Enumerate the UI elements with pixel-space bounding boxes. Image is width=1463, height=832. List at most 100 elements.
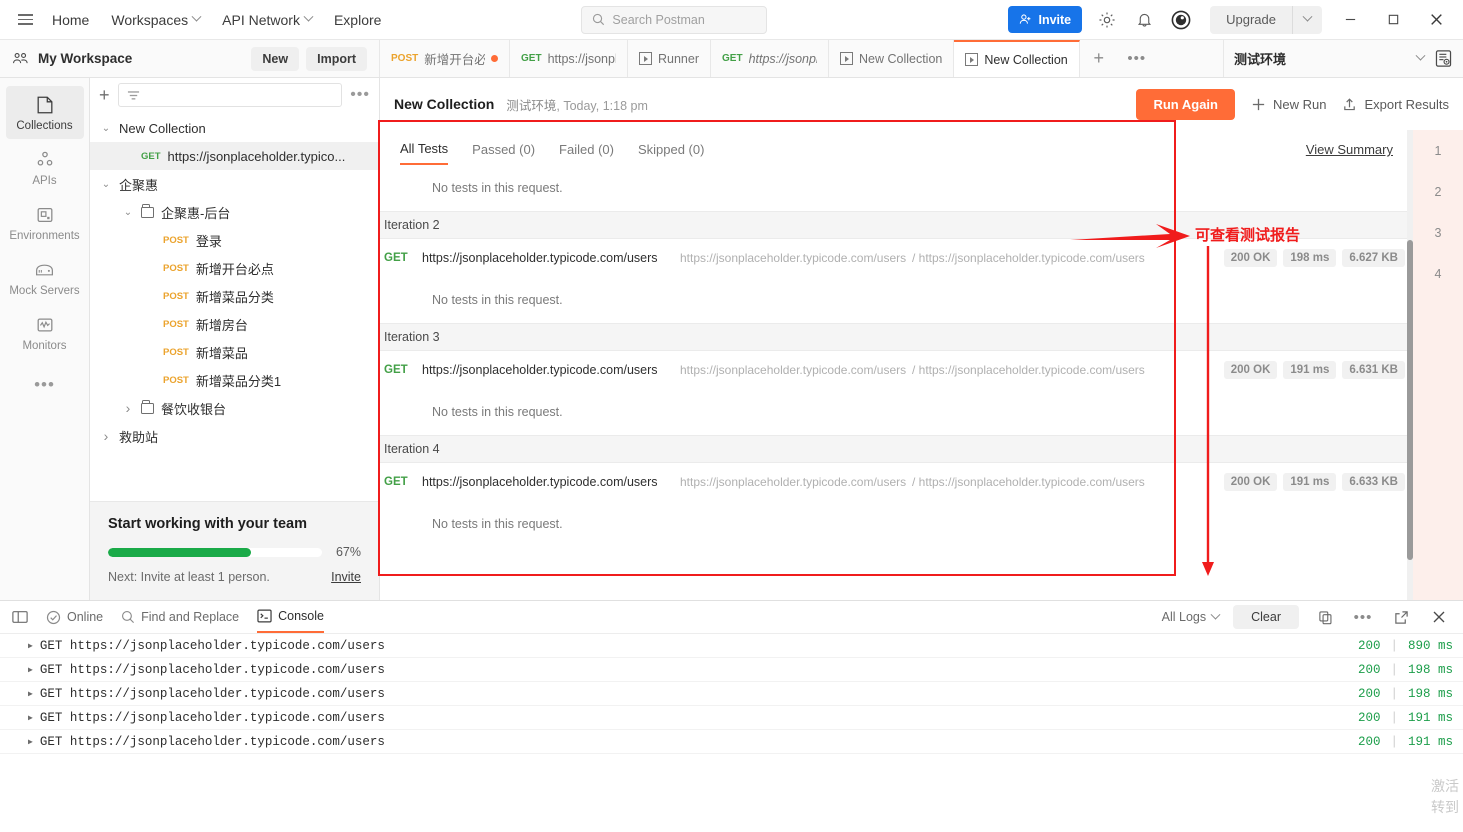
sidebar-item-monitors[interactable]: Monitors xyxy=(6,306,84,359)
postman-avatar-icon[interactable] xyxy=(1169,8,1193,32)
monitors-icon xyxy=(37,318,52,332)
chevron-right-icon[interactable]: › xyxy=(122,400,134,416)
tab-new-collection-run-1[interactable]: New Collection xyxy=(829,40,955,77)
tree-request-item[interactable]: POST 新增开台必点 xyxy=(90,254,379,282)
sidebar-item-collections[interactable]: Collections xyxy=(5,86,84,139)
upgrade-dropdown-button[interactable] xyxy=(1292,5,1322,34)
minimize-icon[interactable] xyxy=(1335,6,1365,34)
iteration-jump-3[interactable]: 3 xyxy=(1413,212,1463,253)
tree-folder-item[interactable]: › 餐饮收银台 xyxy=(90,394,379,422)
tree-collection-item[interactable]: ⌄ New Collection xyxy=(90,114,379,142)
sidebar-toolbar: + ••• xyxy=(90,78,379,112)
expand-triangle-icon[interactable]: ▶ xyxy=(28,737,33,747)
results-body: All Tests Passed (0) Failed (0) Skipped … xyxy=(380,130,1463,600)
sidebar-filter-input[interactable] xyxy=(117,83,343,107)
tree-request-item[interactable]: POST 登录 xyxy=(90,226,379,254)
console-log-row[interactable]: ▶ GET https://jsonplaceholder.typicode.co… xyxy=(0,706,1463,730)
search-input[interactable]: Search Postman xyxy=(581,5,768,34)
tab-runner[interactable]: Runner xyxy=(628,40,711,77)
tab-passed[interactable]: Passed (0) xyxy=(472,142,535,164)
tree-request-item[interactable]: POST 新增菜品分类 xyxy=(90,282,379,310)
console-log-row[interactable]: ▶ GET https://jsonplaceholder.typicode.co… xyxy=(0,658,1463,682)
view-summary-link[interactable]: View Summary xyxy=(1306,142,1393,164)
tree-collection-item[interactable]: › 救助站 xyxy=(90,422,379,450)
new-tab-button[interactable]: + xyxy=(1080,40,1118,77)
chevron-down-icon[interactable]: ⌄ xyxy=(100,123,112,134)
copy-icon[interactable] xyxy=(1313,605,1337,629)
close-icon[interactable] xyxy=(1421,6,1451,34)
tree-item-method: POST xyxy=(163,234,189,246)
console-tab[interactable]: Console xyxy=(257,601,324,633)
sidebar-item-mock-servers[interactable]: Mock Servers xyxy=(6,251,84,304)
tree-folder-item[interactable]: ⌄ 企聚惠-后台 xyxy=(90,198,379,226)
nav-api-network[interactable]: API Network xyxy=(222,12,314,28)
import-button[interactable]: Import xyxy=(306,46,367,71)
chevron-down-icon[interactable]: ⌄ xyxy=(122,207,134,218)
nav-home[interactable]: Home xyxy=(52,12,89,28)
sidebar-new-button[interactable]: + xyxy=(99,85,110,106)
tree-request-item[interactable]: GET https://jsonplaceholder.typico... xyxy=(90,142,379,170)
sidebar-toggle-icon[interactable] xyxy=(12,601,28,633)
tab-all-tests[interactable]: All Tests xyxy=(400,141,449,165)
request-path: / https://jsonplaceholder.typicode.com/u… xyxy=(912,251,1145,265)
tab-failed[interactable]: Failed (0) xyxy=(559,142,614,164)
team-next-label: Next: Invite at least 1 person. xyxy=(108,570,270,584)
expand-triangle-icon[interactable]: ▶ xyxy=(28,689,33,699)
hamburger-icon[interactable] xyxy=(12,7,38,33)
request-result-row[interactable]: GET https://jsonplaceholder.typicode.com/… xyxy=(380,351,1413,389)
invite-button[interactable]: Invite xyxy=(1008,6,1083,33)
tree-collection-item[interactable]: ⌄ 企聚惠 xyxy=(90,170,379,198)
sidebar-more-button[interactable]: ••• xyxy=(350,86,370,104)
bell-icon[interactable] xyxy=(1132,8,1156,32)
tab-post-新增开台必点[interactable]: POST 新增开台必点 xyxy=(380,40,510,77)
tab-label: New Collection xyxy=(984,52,1068,67)
chevron-right-icon[interactable]: › xyxy=(100,428,112,444)
gear-icon[interactable] xyxy=(1095,8,1119,32)
chevron-down-icon[interactable] xyxy=(1415,50,1426,61)
expand-triangle-icon[interactable]: ▶ xyxy=(28,641,33,651)
iteration-jump-4[interactable]: 4 xyxy=(1413,253,1463,294)
tree-request-item[interactable]: POST 新增房台 xyxy=(90,310,379,338)
tree-request-item[interactable]: POST 新增菜品 xyxy=(90,338,379,366)
new-button[interactable]: New xyxy=(251,46,300,71)
tab-new-collection-run-2[interactable]: New Collection xyxy=(954,40,1080,77)
expand-triangle-icon[interactable]: ▶ xyxy=(28,665,33,675)
iteration-jump-1[interactable]: 1 xyxy=(1413,130,1463,171)
iteration-jump-2[interactable]: 2 xyxy=(1413,171,1463,212)
tab-more-button[interactable]: ••• xyxy=(1118,40,1156,77)
all-logs-filter[interactable]: All Logs xyxy=(1162,609,1221,624)
environment-quick-look-icon[interactable] xyxy=(1434,49,1453,68)
nav-explore[interactable]: Explore xyxy=(334,12,381,28)
tab-get-jsonplaceholder-1[interactable]: GET https://jsonplac xyxy=(510,40,628,77)
environment-selector[interactable]: 测试环境 xyxy=(1223,40,1463,77)
console-icon xyxy=(257,609,272,623)
request-result-row[interactable]: GET https://jsonplaceholder.typicode.com/… xyxy=(380,463,1413,501)
upgrade-button[interactable]: Upgrade xyxy=(1210,6,1292,34)
console-log-row[interactable]: ▶ GET https://jsonplaceholder.typicode.co… xyxy=(0,682,1463,706)
tree-request-item[interactable]: POST 新增菜品分类1 xyxy=(90,366,379,394)
console-log-row[interactable]: ▶ GET https://jsonplaceholder.typicode.co… xyxy=(0,730,1463,754)
console-log-row[interactable]: ▶ GET https://jsonplaceholder.typicode.co… xyxy=(0,634,1463,658)
nav-workspaces[interactable]: Workspaces xyxy=(111,12,202,28)
expand-triangle-icon[interactable]: ▶ xyxy=(28,713,33,723)
maximize-icon[interactable] xyxy=(1378,6,1408,34)
rail-more-button[interactable]: ••• xyxy=(34,375,55,395)
console-more-icon[interactable]: ••• xyxy=(1351,605,1375,629)
tab-get-jsonplaceholder-2[interactable]: GET https://jsonplac xyxy=(711,40,829,77)
online-status[interactable]: Online xyxy=(46,601,103,633)
export-results-button[interactable]: Export Results xyxy=(1342,97,1449,112)
sidebar-item-apis[interactable]: APIs xyxy=(6,141,84,194)
new-run-button[interactable]: New Run xyxy=(1251,97,1326,112)
sidebar-item-label: Mock Servers xyxy=(9,285,80,297)
tab-skipped[interactable]: Skipped (0) xyxy=(638,142,704,164)
popout-icon[interactable] xyxy=(1389,605,1413,629)
clear-console-button[interactable]: Clear xyxy=(1233,605,1299,629)
close-console-icon[interactable] xyxy=(1427,605,1451,629)
chevron-down-icon[interactable]: ⌄ xyxy=(100,179,112,190)
team-invite-link[interactable]: Invite xyxy=(331,570,361,584)
find-and-replace-button[interactable]: Find and Replace xyxy=(121,601,239,633)
sidebar-item-environments[interactable]: Environments xyxy=(6,196,84,249)
tree-item-method: POST xyxy=(163,346,189,358)
workspace-selector[interactable]: My Workspace New Import xyxy=(0,40,380,77)
run-again-button[interactable]: Run Again xyxy=(1136,88,1235,120)
